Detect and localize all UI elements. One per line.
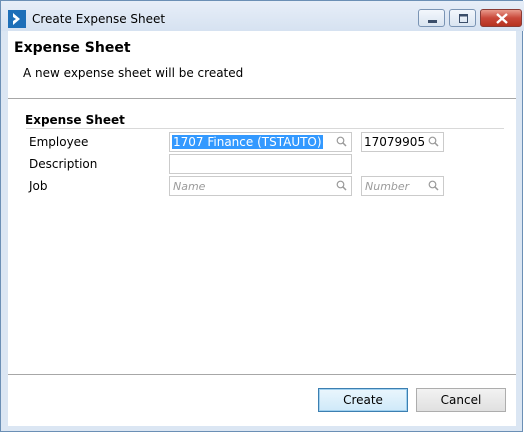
employee-number-value: 17079905 xyxy=(364,135,426,149)
close-button[interactable] xyxy=(480,9,522,27)
dialog-header: Expense Sheet A new expense sheet will b… xyxy=(8,31,516,99)
cancel-button[interactable]: Cancel xyxy=(416,388,506,412)
dialog-body: Expense Sheet A new expense sheet will b… xyxy=(8,31,516,426)
description-label: Description xyxy=(29,157,98,171)
magnifier-icon[interactable] xyxy=(428,180,439,194)
job-name-field[interactable]: Name xyxy=(169,176,352,196)
app-logo-icon xyxy=(8,10,26,28)
section-divider xyxy=(26,128,504,129)
title-bar[interactable]: Create Expense Sheet xyxy=(1,1,524,31)
employee-number-field[interactable]: 17079905 xyxy=(361,132,444,152)
maximize-button[interactable] xyxy=(449,9,476,27)
create-button[interactable]: Create xyxy=(318,388,408,412)
job-number-placeholder: Number xyxy=(365,180,410,193)
job-number-field[interactable]: Number xyxy=(361,176,444,196)
job-label: Job xyxy=(29,179,48,193)
minimize-button[interactable] xyxy=(418,9,445,27)
footer-divider xyxy=(8,374,516,375)
window-title: Create Expense Sheet xyxy=(32,12,166,26)
job-name-placeholder: Name xyxy=(173,180,206,193)
employee-label: Employee xyxy=(29,135,89,149)
employee-name-field[interactable]: 1707 Finance (TSTAUTO) xyxy=(169,132,352,152)
section-title: Expense Sheet xyxy=(25,113,125,127)
magnifier-icon[interactable] xyxy=(336,136,347,150)
magnifier-icon[interactable] xyxy=(336,180,347,194)
dialog-window: Create Expense Sheet Expense Sheet A new… xyxy=(0,0,524,432)
page-title: Expense Sheet xyxy=(14,40,131,56)
description-field[interactable] xyxy=(169,154,352,174)
page-description: A new expense sheet will be created xyxy=(23,66,244,80)
magnifier-icon[interactable] xyxy=(428,136,439,150)
employee-name-value: 1707 Finance (TSTAUTO) xyxy=(172,135,323,149)
